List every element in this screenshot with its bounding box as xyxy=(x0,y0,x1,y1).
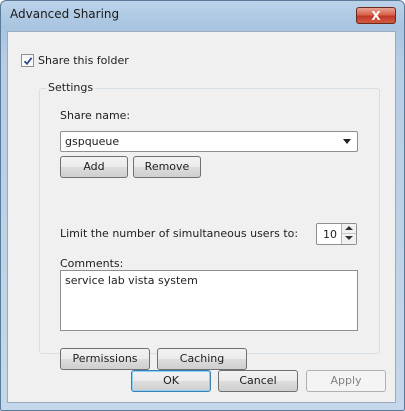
spinner-down-button[interactable] xyxy=(342,234,356,244)
comments-value: service lab vista system xyxy=(65,274,198,287)
share-folder-option[interactable]: Share this folder xyxy=(21,54,129,67)
dropdown-arrow-icon[interactable] xyxy=(343,139,351,144)
spinner-buttons xyxy=(341,224,356,244)
spinner-up-button[interactable] xyxy=(342,224,356,234)
share-name-dropdown[interactable]: gspqueue xyxy=(60,131,358,152)
user-limit-spinner[interactable]: 10 xyxy=(316,223,357,245)
limit-users-label: Limit the number of simultaneous users t… xyxy=(60,227,299,240)
advanced-sharing-window: Advanced Sharing X Share this folder Set… xyxy=(0,0,405,411)
close-icon: X xyxy=(371,9,381,23)
cancel-button[interactable]: Cancel xyxy=(218,370,298,392)
add-button[interactable]: Add xyxy=(60,156,128,178)
ok-button[interactable]: OK xyxy=(131,370,211,392)
share-folder-checkbox[interactable] xyxy=(21,54,34,67)
comments-label: Comments: xyxy=(60,257,124,270)
settings-group-label: Settings xyxy=(46,81,96,94)
checkmark-icon xyxy=(23,57,33,66)
remove-button[interactable]: Remove xyxy=(133,156,201,178)
caching-button[interactable]: Caching xyxy=(157,348,247,370)
settings-group: Settings Share name: gspqueue Add Remove… xyxy=(39,81,380,370)
dialog-body: Share this folder Settings Share name: g… xyxy=(7,31,396,403)
user-limit-value[interactable]: 10 xyxy=(323,228,337,241)
share-name-label: Share name: xyxy=(60,109,131,122)
arrow-down-icon xyxy=(345,236,353,240)
arrow-up-icon xyxy=(345,226,353,230)
share-folder-label[interactable]: Share this folder xyxy=(38,54,129,67)
comments-field[interactable]: service lab vista system xyxy=(60,270,358,331)
window-title: Advanced Sharing xyxy=(10,7,120,21)
apply-button[interactable]: Apply xyxy=(306,370,386,392)
permissions-button[interactable]: Permissions xyxy=(60,348,150,370)
title-bar[interactable]: Advanced Sharing X xyxy=(1,1,404,29)
share-name-value: gspqueue xyxy=(65,135,120,148)
close-button[interactable]: X xyxy=(356,7,396,24)
